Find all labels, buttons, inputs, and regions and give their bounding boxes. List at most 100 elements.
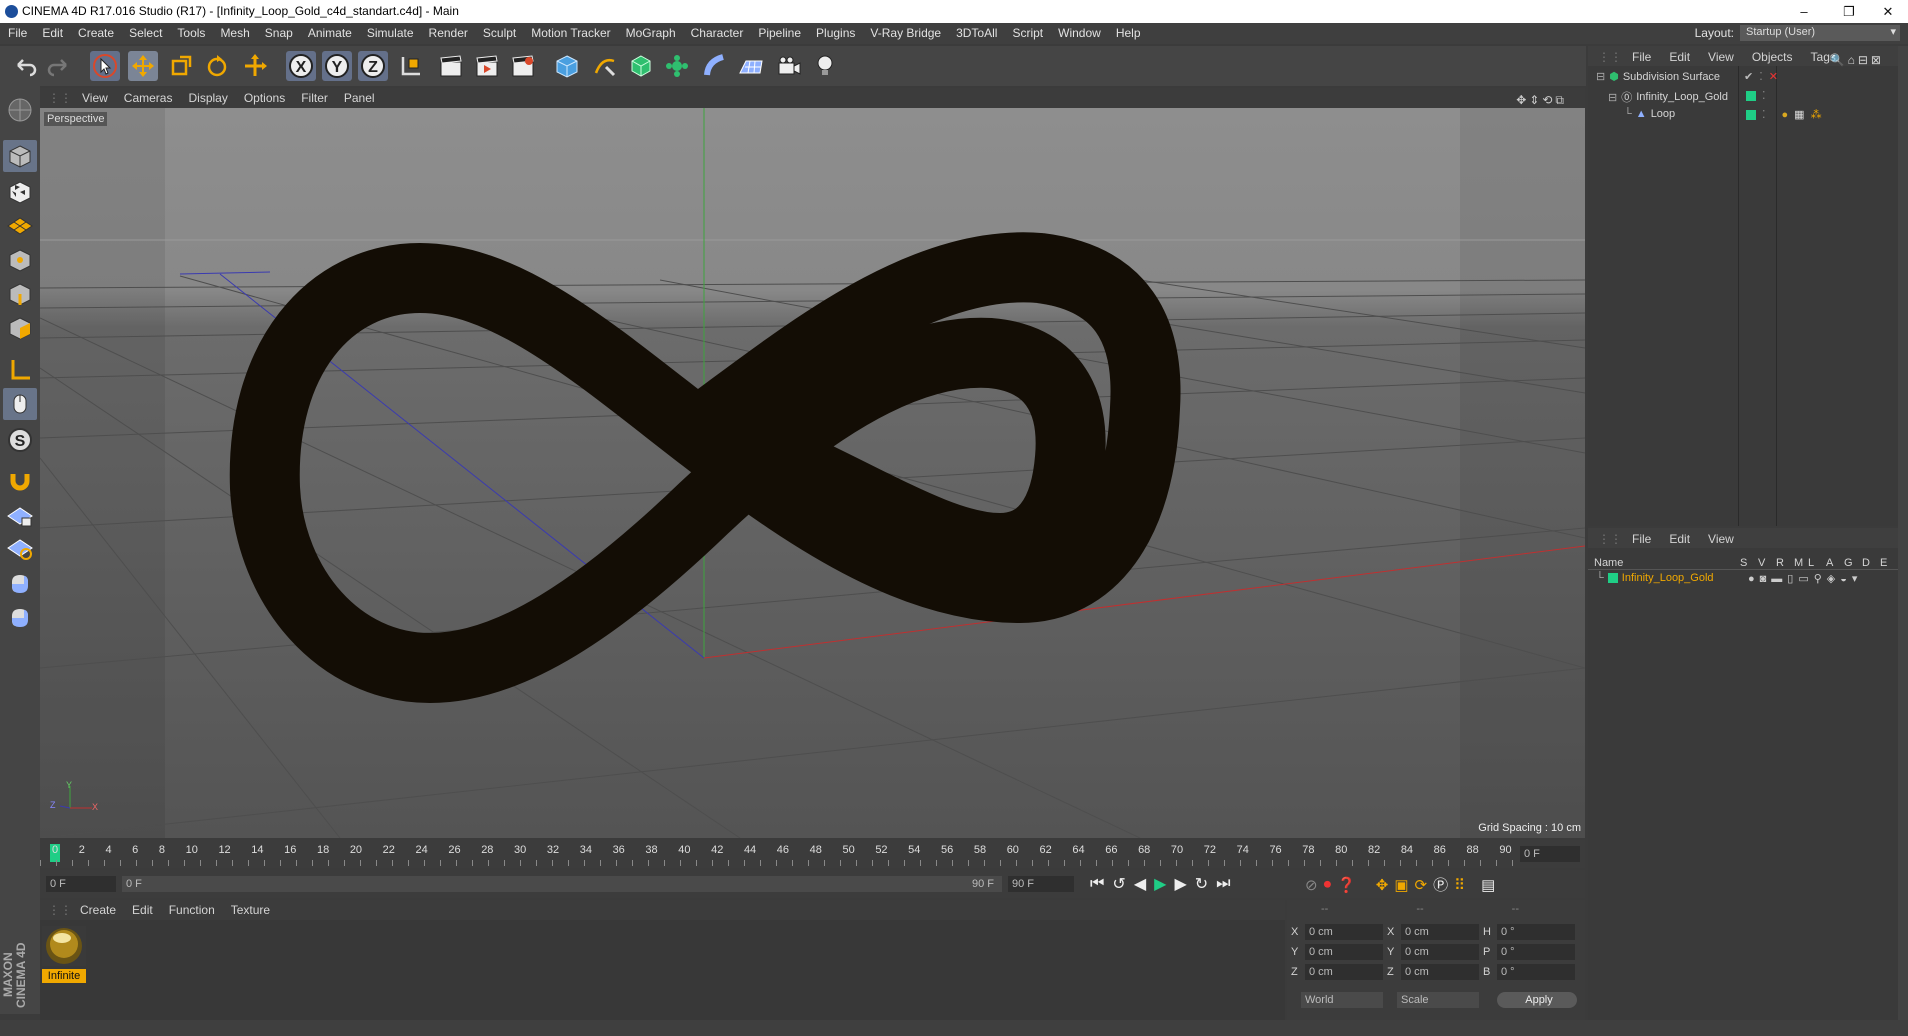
- right-tab-strip[interactable]: [1898, 46, 1908, 1020]
- viewport-menu-display[interactable]: Display: [180, 88, 235, 105]
- material-menu-function[interactable]: Function: [161, 900, 223, 917]
- planar-workplane-button[interactable]: [3, 532, 37, 564]
- live-selection-button[interactable]: [90, 51, 120, 81]
- material-tag-icon[interactable]: ●: [1782, 109, 1789, 121]
- python-script-1-button[interactable]: [3, 568, 37, 600]
- viewport-menu-view[interactable]: View: [74, 88, 116, 105]
- record-icon[interactable]: ⏺: [1324, 876, 1332, 893]
- tweak-mode-button[interactable]: [3, 388, 37, 420]
- position-y-field[interactable]: 0 cm: [1305, 944, 1383, 960]
- visibility-dots-icon[interactable]: ⁚: [1759, 70, 1763, 83]
- subdivision-surface-button[interactable]: [626, 51, 656, 81]
- viewport-menu-cameras[interactable]: Cameras: [116, 88, 181, 105]
- rotation-p-field[interactable]: 0 °: [1497, 944, 1575, 960]
- material-menu-create[interactable]: Create: [72, 900, 124, 917]
- size-mode-dropdown[interactable]: Scale: [1397, 992, 1479, 1008]
- menu-edit[interactable]: Edit: [34, 23, 70, 40]
- apply-button[interactable]: Apply: [1497, 992, 1577, 1008]
- disable-x-icon[interactable]: ✕: [1769, 70, 1778, 83]
- menu-script[interactable]: Script: [1004, 23, 1050, 40]
- objects-menu-objects[interactable]: Objects: [1742, 46, 1801, 64]
- menu-render[interactable]: Render: [421, 23, 475, 40]
- layers-menu-file[interactable]: File: [1622, 528, 1659, 546]
- polygons-mode-button[interactable]: [3, 312, 37, 344]
- menu-plugins[interactable]: Plugins: [808, 23, 862, 40]
- menu-create[interactable]: Create: [70, 23, 121, 40]
- position-x-field[interactable]: 0 cm: [1305, 924, 1383, 940]
- previous-keyframe-icon[interactable]: ↺: [1112, 874, 1125, 894]
- coordinate-mode-dropdown[interactable]: World: [1301, 992, 1383, 1008]
- previous-frame-icon[interactable]: ◀: [1134, 874, 1146, 894]
- render-picture-viewer-button[interactable]: [472, 51, 502, 81]
- rotation-h-field[interactable]: 0 °: [1497, 924, 1575, 940]
- rotate-button[interactable]: [202, 51, 232, 81]
- texture-tag-icon[interactable]: ▦: [1794, 108, 1804, 121]
- objects-menu-view[interactable]: View: [1698, 46, 1742, 64]
- go-to-end-icon[interactable]: ⏭: [1216, 875, 1230, 893]
- menu-motion-tracker[interactable]: Motion Tracker: [523, 23, 617, 40]
- autokey-icon[interactable]: ❓: [1337, 876, 1356, 894]
- points-mode-button[interactable]: [3, 244, 37, 276]
- timeline-ruler[interactable]: 0 2 4 6 8 10 12 14 16 18 20 22 24 26 28 30 32 34 36 38 40 42 4…: [40, 840, 1585, 868]
- menu-vray-bridge[interactable]: V-Ray Bridge: [862, 23, 948, 40]
- menu-tools[interactable]: Tools: [169, 23, 212, 40]
- axis-mode-button[interactable]: [3, 354, 37, 386]
- key-scale-icon[interactable]: ▣: [1394, 876, 1408, 894]
- menu-window[interactable]: Window: [1050, 23, 1108, 40]
- material-swatch[interactable]: Infinite: [42, 926, 86, 983]
- light-button[interactable]: [810, 51, 840, 81]
- y-axis-lock-button[interactable]: Y: [322, 51, 352, 81]
- menu-select[interactable]: Select: [121, 23, 169, 40]
- layer-color-icon[interactable]: [1746, 90, 1756, 101]
- menu-help[interactable]: Help: [1108, 23, 1148, 40]
- menu-file[interactable]: File: [0, 23, 34, 40]
- render-view-button[interactable]: [436, 51, 466, 81]
- object-row-infinity-loop[interactable]: ⊟ ⓪ Infinity_Loop_Gold: [1608, 89, 1728, 105]
- viewport-menu-options[interactable]: Options: [236, 88, 293, 105]
- snapping-button[interactable]: S: [3, 424, 37, 456]
- go-to-start-icon[interactable]: ⏮: [1090, 875, 1104, 893]
- menu-sculpt[interactable]: Sculpt: [475, 23, 523, 40]
- camera-button[interactable]: [774, 51, 804, 81]
- visibility-dots-icon[interactable]: ⁚: [1762, 108, 1766, 121]
- motion-record-icon[interactable]: ⊘: [1305, 876, 1318, 894]
- object-manager-tools-icons[interactable]: 🔍⌂⊟⊠: [1820, 49, 1892, 67]
- enable-check-icon[interactable]: ✔: [1744, 70, 1753, 83]
- cloner-button[interactable]: [662, 51, 692, 81]
- coordinate-system-button[interactable]: [396, 51, 426, 81]
- layer-row[interactable]: └ Infinity_Loop_Gold: [1596, 572, 1714, 584]
- redo-button[interactable]: [44, 51, 74, 81]
- cube-primitive-button[interactable]: [552, 51, 582, 81]
- current-frame-field[interactable]: 0 F: [1520, 846, 1580, 862]
- floor-button[interactable]: [736, 51, 766, 81]
- python-script-2-button[interactable]: [3, 602, 37, 634]
- layer-flags-icons[interactable]: ●◙▬▯▭⚲◈◒▾: [1748, 572, 1862, 585]
- rotation-b-field[interactable]: 0 °: [1497, 964, 1575, 980]
- size-z-field[interactable]: 0 cm: [1401, 964, 1479, 980]
- move-button[interactable]: [128, 51, 158, 81]
- minimize-button[interactable]: –: [1784, 0, 1824, 23]
- frame-range-slider[interactable]: 0 F 90 F: [122, 876, 1002, 892]
- object-row-subdivision[interactable]: ⊟ ⬢ Subdivision Surface: [1596, 70, 1720, 84]
- z-axis-lock-button[interactable]: Z: [358, 51, 388, 81]
- lock-workplane-button[interactable]: [3, 500, 37, 532]
- object-row-loop[interactable]: └ ▲ Loop: [1624, 108, 1675, 120]
- timeline-window-icon[interactable]: ▤: [1481, 876, 1495, 894]
- size-x-field[interactable]: 0 cm: [1401, 924, 1479, 940]
- close-button[interactable]: ✕: [1868, 0, 1908, 23]
- key-pla-icon[interactable]: ⠿: [1454, 876, 1465, 894]
- edges-mode-button[interactable]: [3, 278, 37, 310]
- magnet-button[interactable]: [3, 464, 37, 496]
- size-y-field[interactable]: 0 cm: [1401, 944, 1479, 960]
- scale-button[interactable]: [166, 51, 196, 81]
- menu-snap[interactable]: Snap: [257, 23, 300, 40]
- objects-menu-edit[interactable]: Edit: [1659, 46, 1698, 64]
- viewport-menu-filter[interactable]: Filter: [293, 88, 336, 105]
- texture-mode-button[interactable]: [3, 176, 37, 208]
- next-frame-icon[interactable]: ▶: [1174, 874, 1186, 894]
- start-frame-field[interactable]: 0 F: [46, 876, 116, 892]
- workplane-mode-button[interactable]: [3, 210, 37, 242]
- material-menu-texture[interactable]: Texture: [223, 900, 278, 917]
- phong-tag-icon[interactable]: ⁂: [1811, 108, 1822, 121]
- perspective-viewport[interactable]: Y Z X Grid Spacing : 10 cm: [40, 108, 1585, 838]
